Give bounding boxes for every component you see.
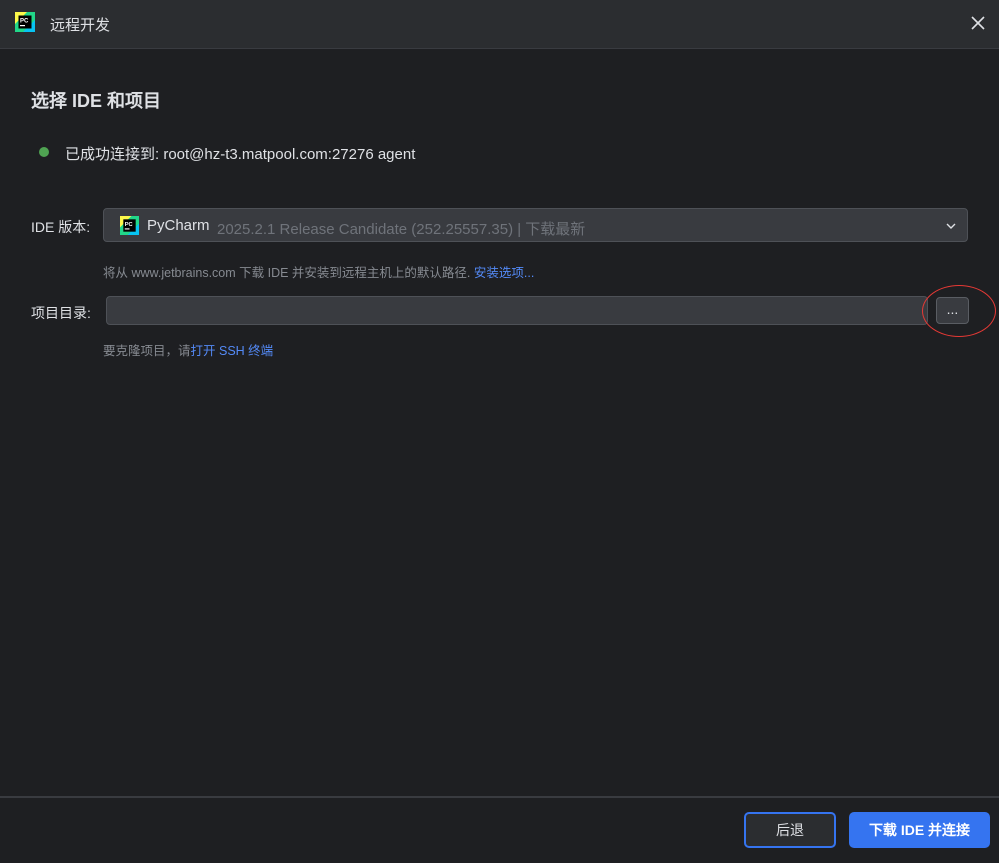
svg-text:PC: PC: [125, 222, 133, 228]
connection-status-dot: [39, 147, 49, 157]
pycharm-icon: PC: [120, 216, 139, 235]
ide-install-hint-text: 将从 www.jetbrains.com 下载 IDE 并安装到远程主机上的默认…: [103, 266, 471, 280]
ide-version-text: 2025.2.1 Release Candidate (252.25557.35…: [217, 221, 586, 238]
connection-status-text: 已成功连接到: root@hz-t3.matpool.com:27276 age…: [65, 146, 416, 163]
ide-name: PyCharm: [147, 217, 210, 234]
clone-hint-text: 要克隆项目，请: [103, 344, 191, 358]
page-title: 选择 IDE 和项目: [31, 91, 162, 111]
open-ssh-terminal-link[interactable]: 打开 SSH 终端: [191, 344, 274, 358]
install-options-link[interactable]: 安装选项...: [474, 266, 534, 280]
ide-version-label: IDE 版本:: [31, 219, 91, 235]
browse-button[interactable]: ...: [936, 297, 969, 324]
ide-version-select[interactable]: PC PyCharm 2025.2.1 Release Candidate (2…: [103, 208, 968, 242]
clone-hint: 要克隆项目，请打开 SSH 终端: [103, 340, 273, 359]
chevron-down-icon: [946, 223, 956, 229]
window-title: 远程开发: [50, 17, 111, 34]
back-button[interactable]: 后退: [744, 812, 836, 848]
project-dir-input[interactable]: [106, 296, 928, 325]
download-and-connect-button[interactable]: 下载 IDE 并连接: [849, 812, 990, 848]
close-icon[interactable]: [969, 14, 987, 32]
project-dir-label: 项目目录:: [31, 305, 91, 321]
ide-install-hint: 将从 www.jetbrains.com 下载 IDE 并安装到远程主机上的默认…: [103, 262, 534, 281]
title-bar: PC 远程开发: [0, 0, 999, 49]
pycharm-logo: PC: [15, 12, 35, 32]
footer-divider: [0, 796, 999, 798]
svg-text:PC: PC: [20, 19, 29, 25]
